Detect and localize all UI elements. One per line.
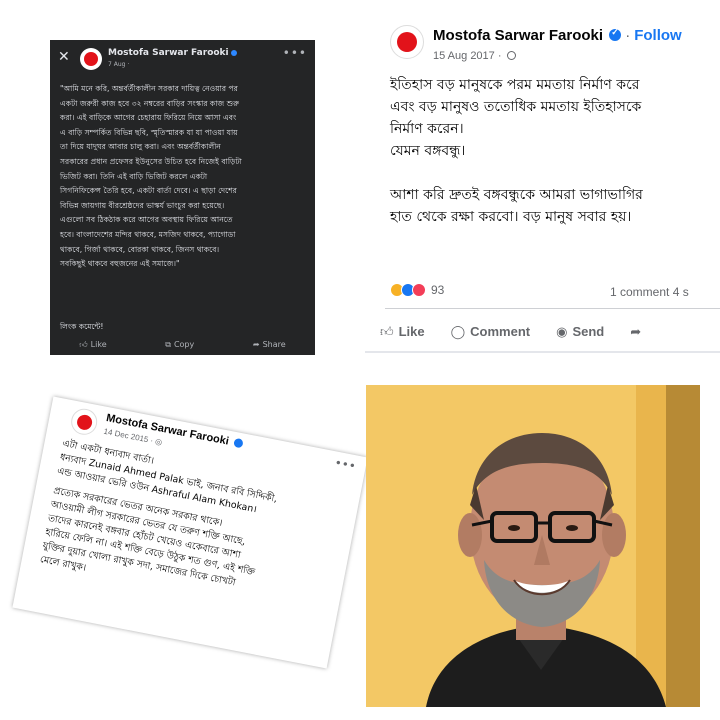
share-button[interactable]: ➦ xyxy=(630,324,646,340)
comment-bubble-icon: ◯ xyxy=(450,324,466,339)
follow-button[interactable]: Follow xyxy=(634,27,682,44)
white-post-card: Mostofa Sarwar Farooki ·Follow 15 Aug 20… xyxy=(365,8,720,353)
globe-icon: ◎ xyxy=(154,436,163,447)
post-line: ভিজিট করা। তিনি এই বাড়ি ভিজিট করলে একটা xyxy=(60,171,208,181)
copy-button[interactable]: ⧉ Copy xyxy=(165,340,194,355)
post-line: হবে। বাংলাদেশের মন্দির থাকবে, মসজিদ থাকব… xyxy=(60,229,236,239)
post-line: তা দিয়ে যাদুঘর আবার চালু করা। এবং অন্তর… xyxy=(60,142,221,152)
more-dots-icon[interactable]: ••• xyxy=(283,46,307,60)
post-line: থাকবে, গির্জা থাকবে, বোরকা থাকবে, জিনস থ… xyxy=(60,244,220,254)
portrait-photo xyxy=(366,385,700,707)
separator-dot: · xyxy=(625,27,631,44)
portrait-illustration xyxy=(366,385,700,707)
post-date[interactable]: 7 Aug · xyxy=(108,61,129,68)
verified-icon xyxy=(230,49,237,56)
post-actions: 👍︎ Like ⧉ Copy ➦ Share xyxy=(50,340,315,355)
post-body: "আমি মনে করি, অন্তর্বর্তীকালীন সরকার দায… xyxy=(60,82,308,272)
reaction-count: 93 xyxy=(431,283,445,297)
comment-button[interactable]: ◯ Comment xyxy=(451,324,531,340)
like-button[interactable]: 👍︎ Like xyxy=(79,340,106,355)
messenger-icon: ◉ xyxy=(556,324,568,339)
post-line: আশা করি দ্রুতই বঙ্গবন্ধুকে আমরা ভাগাভাগি… xyxy=(390,187,643,203)
like-label: Like xyxy=(398,324,425,339)
rotated-post-card: Mostofa Sarwar Farooki 14 Dec 2015 · ◎ •… xyxy=(12,396,368,669)
author-name[interactable]: Mostofa Sarwar Farooki xyxy=(108,48,229,58)
like-label: Like xyxy=(90,340,107,349)
comment-count[interactable]: 1 comment 4 s xyxy=(610,285,689,299)
post-line: এবং বড় মানুষও ততোধিক মমতায় ইতিহাসকে xyxy=(390,99,642,115)
post-line: যেমন বঙ্গবন্ধু। xyxy=(390,143,466,159)
post-date[interactable]: 15 Aug 2017 · xyxy=(433,50,516,62)
post-line: সরকারের প্রধান প্রফেসর ইউনুসের উচিত হবে … xyxy=(60,156,242,166)
date-text: 15 Aug 2017 · xyxy=(433,50,502,62)
post-line: সবকিছুই থাকবে বহুজনের এই সমাজে।" xyxy=(60,259,180,269)
reactions-summary[interactable]: 93 xyxy=(390,283,444,297)
avatar[interactable] xyxy=(80,48,102,70)
post-actions: 👍︎ Like ◯ Comment ◉ Send ➦ xyxy=(380,324,720,340)
divider xyxy=(385,308,720,309)
send-button[interactable]: ◉ Send xyxy=(556,324,604,340)
post-body: এটা একটা ধন্যবাদ বার্তা। ধন্যবাদ Zunaid … xyxy=(39,437,354,623)
share-button[interactable]: ➦ Share xyxy=(253,340,286,355)
post-line: এগুলো সব ঠিকঠাক করে আগের অবস্থায় ফিরিয়… xyxy=(60,215,233,225)
post-line: করা। এই বাড়িকে আগের চেহারায় ফিরিয়ে নি… xyxy=(60,113,237,123)
like-button[interactable]: 👍︎ Like xyxy=(380,324,425,340)
copy-label: Copy xyxy=(173,340,195,349)
share-arrow-icon: ➦ xyxy=(252,340,260,349)
divider xyxy=(365,351,720,353)
verified-icon xyxy=(232,437,244,449)
post-body: ইতিহাস বড় মানুষকে পরম মমতায় নির্মাণ কর… xyxy=(390,74,720,228)
love-reaction-icon xyxy=(412,283,426,297)
avatar[interactable] xyxy=(68,406,100,438)
verified-icon xyxy=(609,27,622,41)
globe-icon xyxy=(506,51,516,60)
thumbs-up-icon: 👍︎ xyxy=(380,324,394,339)
post-line: সিগনিফিকেন্স তৈরি হবে, একটা বার্তা দেবে।… xyxy=(60,186,237,196)
post-line: নির্মাণ করেন। xyxy=(390,121,464,137)
post-line: "আমি মনে করি, অন্তর্বর্তীকালীন সরকার দায… xyxy=(60,84,238,93)
comment-link-text: লিংক কমেন্টে! xyxy=(60,322,104,331)
share-arrow-icon: ➦ xyxy=(630,324,642,339)
share-label: Share xyxy=(262,340,286,349)
author-name[interactable]: Mostofa Sarwar Farooki xyxy=(433,27,603,44)
post-line: ইতিহাস বড় মানুষকে পরম মমতায় নির্মাণ কর… xyxy=(390,77,640,93)
avatar[interactable] xyxy=(390,25,424,59)
send-label: Send xyxy=(572,324,605,339)
dark-post-card: ✕ Mostofa Sarwar Farooki 7 Aug · ••• "আম… xyxy=(50,40,315,355)
close-icon[interactable]: ✕ xyxy=(58,49,70,65)
copy-icon: ⧉ xyxy=(165,340,171,349)
post-line: এ বাড়ি সম্পর্কিত বিভিন্ন ছবি, স্মৃতিস্ম… xyxy=(60,127,238,137)
comment-label: Comment xyxy=(470,324,531,339)
more-dots-icon[interactable]: ••• xyxy=(333,455,357,473)
post-author[interactable]: Mostofa Sarwar Farooki xyxy=(108,48,237,58)
post-line: একটা জরুরী কাজ হবে ৩২ নম্বরের বাড়ির সংস… xyxy=(60,98,239,108)
post-line: বিভিন্ন জায়গায় বীরশ্রেষ্ঠদের ভাস্কর্য … xyxy=(60,200,225,210)
thumbs-up-icon: 👍︎ xyxy=(79,340,88,349)
post-author: Mostofa Sarwar Farooki ·Follow xyxy=(433,27,682,44)
post-line: হাত থেকে রক্ষা করবো। বড় মানুষ সবার হয়। xyxy=(390,209,632,225)
